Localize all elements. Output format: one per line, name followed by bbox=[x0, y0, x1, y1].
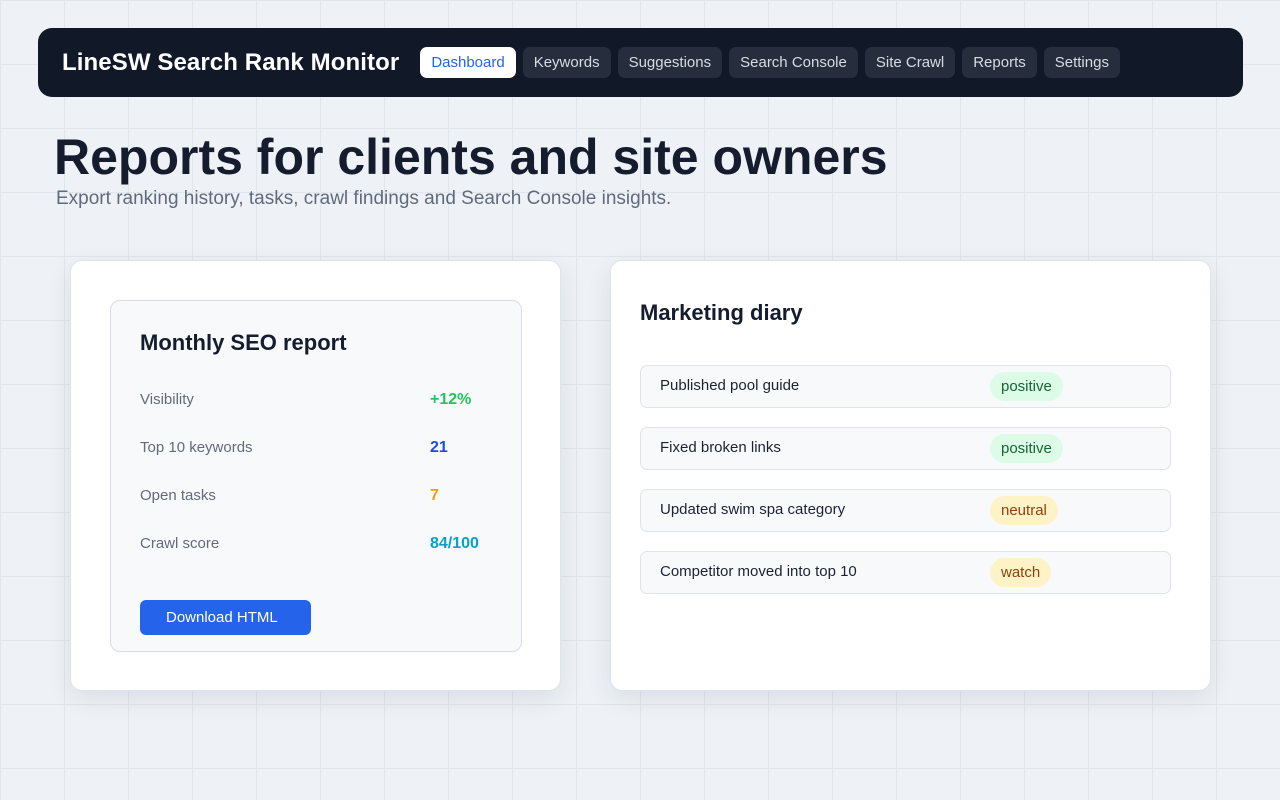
diary-entry-text: Updated swim spa category bbox=[660, 501, 846, 518]
metric-label: Top 10 keywords bbox=[140, 439, 253, 456]
download-html-button[interactable]: Download HTML bbox=[140, 600, 311, 635]
diary-entry-text: Competitor moved into top 10 bbox=[660, 563, 857, 580]
diary-entry: Updated swim spa category neutral bbox=[640, 489, 1171, 532]
metric-row-top-10-keywords: Top 10 keywords 21 bbox=[140, 439, 500, 459]
status-badge: positive bbox=[990, 434, 1063, 463]
nav-tab-suggestions[interactable]: Suggestions bbox=[617, 47, 723, 78]
metric-value: 7 bbox=[430, 487, 439, 504]
metric-value: 21 bbox=[430, 439, 448, 456]
report-card: Monthly SEO report Visibility +12% Top 1… bbox=[70, 260, 561, 691]
metric-row-open-tasks: Open tasks 7 bbox=[140, 487, 500, 507]
nav-tab-keywords[interactable]: Keywords bbox=[522, 47, 611, 78]
nav-tab-site-crawl[interactable]: Site Crawl bbox=[864, 47, 956, 78]
nav-tab-search-console[interactable]: Search Console bbox=[729, 47, 858, 78]
metric-value: 84/100 bbox=[430, 535, 479, 552]
metric-label: Open tasks bbox=[140, 487, 216, 504]
nav-tab-reports[interactable]: Reports bbox=[962, 47, 1037, 78]
status-badge: watch bbox=[990, 558, 1052, 587]
app-title: LineSW Search Rank Monitor bbox=[62, 48, 400, 76]
diary-entry: Fixed broken links positive bbox=[640, 427, 1171, 470]
metric-row-crawl-score: Crawl score 84/100 bbox=[140, 535, 500, 555]
diary-entry: Published pool guide positive bbox=[640, 365, 1171, 408]
monthly-report-panel: Monthly SEO report Visibility +12% Top 1… bbox=[110, 300, 522, 652]
marketing-diary-card: Marketing diary Published pool guide pos… bbox=[610, 260, 1211, 691]
metric-row-visibility: Visibility +12% bbox=[140, 391, 500, 411]
status-badge: neutral bbox=[990, 496, 1058, 525]
nav-tab-dashboard[interactable]: Dashboard bbox=[420, 47, 516, 78]
nav-tab-settings[interactable]: Settings bbox=[1043, 47, 1120, 78]
report-title: Monthly SEO report bbox=[140, 330, 347, 355]
main-nav: Dashboard Keywords Suggestions Search Co… bbox=[420, 47, 1120, 78]
top-navigation-bar: LineSW Search Rank Monitor Dashboard Key… bbox=[38, 28, 1243, 97]
diary-list: Published pool guide positive Fixed brok… bbox=[640, 365, 1171, 613]
metric-label: Visibility bbox=[140, 391, 194, 408]
metric-label: Crawl score bbox=[140, 535, 220, 552]
diary-entry-text: Published pool guide bbox=[660, 377, 800, 394]
page-title: Reports for clients and site owners bbox=[54, 129, 888, 185]
diary-entry: Competitor moved into top 10 watch bbox=[640, 551, 1171, 594]
metric-value: +12% bbox=[430, 391, 472, 408]
diary-title: Marketing diary bbox=[640, 300, 803, 325]
diary-entry-text: Fixed broken links bbox=[660, 439, 781, 456]
page-subtitle: Export ranking history, tasks, crawl fin… bbox=[56, 188, 672, 209]
status-badge: positive bbox=[990, 372, 1063, 401]
